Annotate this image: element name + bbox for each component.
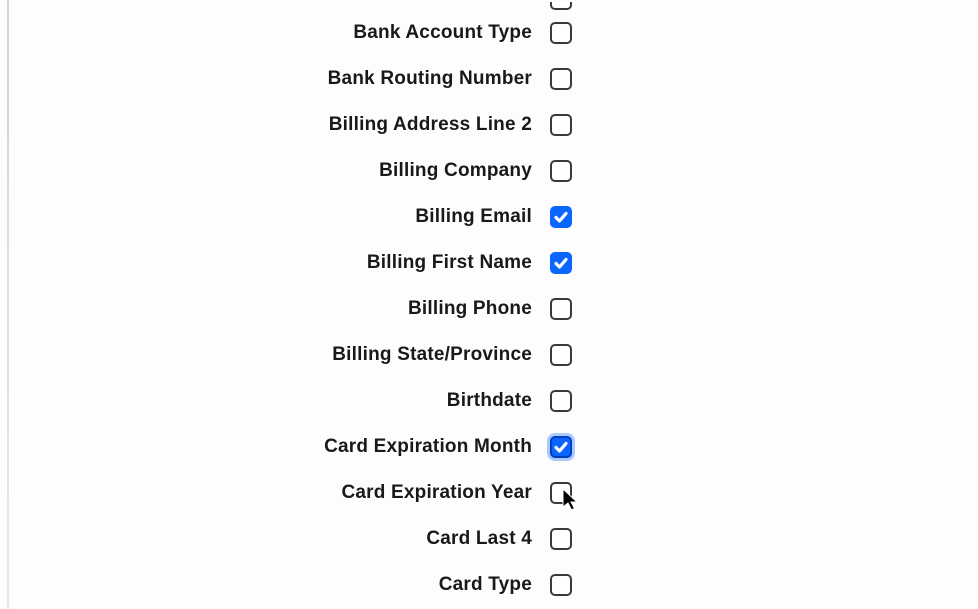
checkbox-bank-routing-number[interactable] <box>550 68 572 90</box>
row-billing-state-province: Billing State/Province <box>0 332 978 378</box>
label-card-expiration-year: Card Expiration Year <box>0 482 532 504</box>
checkbox-billing-phone[interactable] <box>550 298 572 320</box>
label-billing-first-name: Billing First Name <box>0 252 532 274</box>
label-card-last-4: Card Last 4 <box>0 528 532 550</box>
row-bank-routing-number: Bank Routing Number <box>0 56 978 102</box>
row-billing-email: Billing Email <box>0 194 978 240</box>
row-card-last-4: Card Last 4 <box>0 516 978 562</box>
label-billing-company: Billing Company <box>0 160 532 182</box>
row-bank-account-type: Bank Account Type <box>0 10 978 56</box>
row-billing-phone: Billing Phone <box>0 286 978 332</box>
label-billing-phone: Billing Phone <box>0 298 532 320</box>
row-billing-first-name: Billing First Name <box>0 240 978 286</box>
label-bank-account-type: Bank Account Type <box>0 22 532 44</box>
panel-left-border <box>7 0 9 609</box>
checkbox-partial-top[interactable] <box>550 2 572 10</box>
row-card-type: Card Type <box>0 562 978 608</box>
checkbox-card-type[interactable] <box>550 574 572 596</box>
label-birthdate: Birthdate <box>0 390 532 412</box>
checkbox-card-expiration-year[interactable] <box>550 482 572 504</box>
checkbox-birthdate[interactable] <box>550 390 572 412</box>
label-billing-state-province: Billing State/Province <box>0 344 532 366</box>
checkbox-card-expiration-month[interactable] <box>550 436 572 458</box>
checkbox-billing-email[interactable] <box>550 206 572 228</box>
row-billing-company: Billing Company <box>0 148 978 194</box>
checkbox-bank-account-type[interactable] <box>550 22 572 44</box>
label-billing-email: Billing Email <box>0 206 532 228</box>
label-billing-address-line-2: Billing Address Line 2 <box>0 114 532 136</box>
row-card-expiration-month: Card Expiration Month <box>0 424 978 470</box>
checkbox-billing-state-province[interactable] <box>550 344 572 366</box>
label-card-expiration-month: Card Expiration Month <box>0 436 532 458</box>
checkbox-billing-company[interactable] <box>550 160 572 182</box>
label-card-type: Card Type <box>0 574 532 596</box>
row-card-expiration-year: Card Expiration Year <box>0 470 978 516</box>
label-bank-routing-number: Bank Routing Number <box>0 68 532 90</box>
checkbox-billing-first-name[interactable] <box>550 252 572 274</box>
field-selection-form: Bank Account Type Bank Routing Number Bi… <box>0 0 978 608</box>
checkbox-billing-address-line-2[interactable] <box>550 114 572 136</box>
row-billing-address-line-2: Billing Address Line 2 <box>0 102 978 148</box>
row-birthdate: Birthdate <box>0 378 978 424</box>
partial-row-top <box>0 0 978 10</box>
checkbox-card-last-4[interactable] <box>550 528 572 550</box>
